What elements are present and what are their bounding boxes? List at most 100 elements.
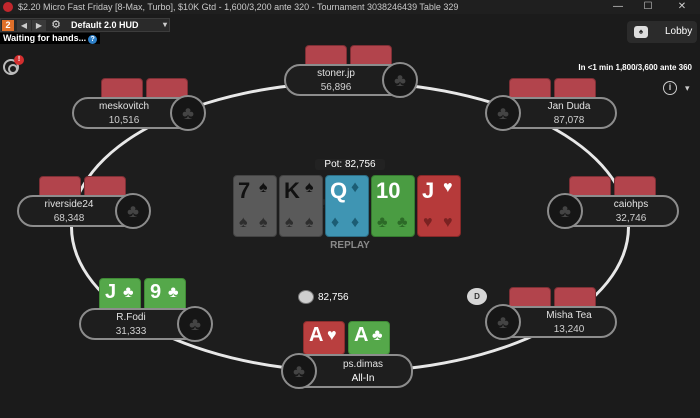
seat-jan-duda[interactable]: ♣ Jan Duda 87,078 (485, 78, 617, 131)
card-rank: 9 (150, 281, 162, 303)
player-stack: 68,348 (53, 213, 85, 224)
seat-riverside24[interactable]: riverside24 68,348 ♣ (17, 176, 151, 229)
player-plate: R.Fodi 31,333 ♣ (79, 306, 213, 342)
avatar-icon: ♣ (293, 361, 305, 381)
spade-pip-icon: ♠ (239, 214, 248, 231)
window-title: $2.20 Micro Fast Friday [8-Max, Turbo], … (18, 2, 459, 12)
chip-stack-icon (298, 290, 314, 304)
spade-suit-icon: ♠ (259, 179, 268, 196)
player-stack: 31,333 (115, 326, 147, 337)
help-icon[interactable]: ? (88, 35, 98, 44)
hole-card-2: 9 ♣ (144, 278, 186, 312)
avatar: ♣ (382, 62, 418, 98)
hero-seat[interactable]: ♣ ps.dimas All-In (281, 353, 413, 389)
hud-profile-select[interactable]: Default 2.0 HUD ▾ (67, 19, 169, 31)
spade-pip-icon: ♠ (305, 214, 314, 231)
card-rank: J (422, 178, 435, 203)
avatar: ♣ (485, 304, 521, 340)
avatar: ♣ (281, 353, 317, 389)
board-card-5: J ♥ ♥ ♥ (417, 175, 461, 237)
hud-settings-gear-icon[interactable]: ⚙ (49, 19, 63, 31)
player-name: R.Fodi (116, 312, 146, 323)
card-rank: 7 (238, 178, 251, 203)
player-stack: 10,516 (108, 115, 140, 126)
seat-meskovitch[interactable]: meskovitch 10,516 ♣ (72, 78, 206, 131)
hero-hole-card-1: A ♥ (303, 321, 345, 355)
minimize-button[interactable]: — (604, 0, 632, 14)
player-name: stoner.jp (317, 68, 355, 79)
board-card-3: Q ♦ ♦ ♦ (325, 175, 369, 237)
hud-next-button[interactable]: ▶ (32, 20, 46, 31)
avatar: ♣ (115, 193, 151, 229)
player-stack: 13,240 (553, 324, 585, 335)
replay-button[interactable]: REPLAY (315, 240, 385, 251)
hud-prev-button[interactable]: ◀ (17, 20, 31, 31)
lobby-icon: ♠ (634, 26, 648, 38)
diamond-suit-icon: ♦ (351, 179, 360, 196)
dealer-button: D (467, 288, 487, 305)
board-card-2: K ♠ ♠ ♠ (279, 175, 323, 237)
chevron-down-icon: ▾ (162, 20, 167, 29)
player-stack: 32,746 (615, 213, 647, 224)
hud-count-badge[interactable]: 2 (2, 20, 14, 31)
player-name: riverside24 (44, 199, 94, 210)
player-name: caiohps (613, 199, 649, 210)
player-plate: ♣ Jan Duda 87,078 (485, 95, 617, 131)
seat-caiohps[interactable]: ♣ caiohps 32,746 (547, 176, 679, 229)
card-rank: A (309, 324, 324, 346)
hud-status: Waiting for hands...? (0, 33, 101, 44)
diamond-pip-icon: ♦ (351, 214, 360, 231)
heart-suit-icon: ♥ (327, 327, 337, 344)
poker-table-window: $2.20 Micro Fast Friday [8-Max, Turbo], … (0, 0, 700, 418)
avatar-icon: ♣ (497, 103, 509, 123)
avatar-icon: ♣ (182, 103, 194, 123)
diamond-pip-icon: ♦ (331, 214, 340, 231)
seat-r-fodi[interactable]: J ♣ 9 ♣ R.Fodi 31,333 ♣ (79, 276, 213, 342)
avatar: ♣ (170, 95, 206, 131)
lobby-button[interactable]: ♠ Lobby (627, 21, 697, 43)
spade-pip-icon: ♠ (259, 214, 268, 231)
spade-suit-icon: ♠ (305, 179, 314, 196)
avatar: ♣ (177, 306, 213, 342)
hole-card-1: J ♣ (99, 278, 141, 312)
hero-hole-card-2: A ♣ (348, 321, 390, 355)
player-plate: ♣ Misha Tea 13,240 (485, 304, 617, 340)
player-stack-status: All-In (351, 373, 375, 384)
table-menu-caret[interactable]: ▾ (685, 83, 690, 94)
card-rank: A (354, 324, 369, 346)
club-pip-icon: ♣ (397, 214, 408, 231)
card-rank: J (105, 281, 117, 303)
seat-misha-tea[interactable]: ♣ Misha Tea 13,240 (485, 287, 617, 340)
card-rank: K (284, 178, 300, 203)
pokerstars-logo-icon (3, 2, 13, 12)
avatar: ♣ (547, 193, 583, 229)
player-stack: 56,896 (320, 82, 352, 93)
card-rank: Q (330, 178, 348, 203)
avatar-icon: ♣ (189, 314, 201, 334)
info-icon[interactable]: i (663, 81, 677, 95)
player-name: Jan Duda (547, 101, 591, 112)
player-stack: 87,078 (553, 115, 585, 126)
avatar-icon: ♣ (497, 312, 509, 332)
hud-profile-label: Default 2.0 HUD (71, 20, 139, 30)
club-suit-icon: ♣ (168, 284, 179, 301)
avatar-icon: ♣ (127, 201, 139, 221)
seat-stoner-jp[interactable]: stoner.jp 56,896 ♣ (284, 45, 418, 98)
board-card-1: 7 ♠ ♠ ♠ (233, 175, 277, 237)
next-blind-level: In <1 min 1,800/3,600 ante 360 (578, 63, 692, 72)
close-button[interactable]: ✕ (668, 0, 696, 14)
lobby-label: Lobby (665, 26, 693, 37)
player-plate: meskovitch 10,516 ♣ (72, 95, 206, 131)
maximize-button[interactable]: ☐ (634, 0, 662, 14)
club-suit-icon: ♣ (372, 327, 383, 344)
card-rank: 10 (376, 178, 401, 203)
player-name: meskovitch (98, 101, 149, 112)
player-plate: ♣ caiohps 32,746 (547, 193, 679, 229)
avatar-icon: ♣ (394, 70, 406, 90)
hud-status-text: Waiting for hands... (3, 33, 87, 43)
player-name: ps.dimas (342, 359, 383, 370)
heart-suit-icon: ♥ (443, 179, 453, 196)
heart-pip-icon: ♥ (423, 214, 433, 231)
club-pip-icon: ♣ (377, 214, 388, 231)
avatar: ♣ (485, 95, 521, 131)
